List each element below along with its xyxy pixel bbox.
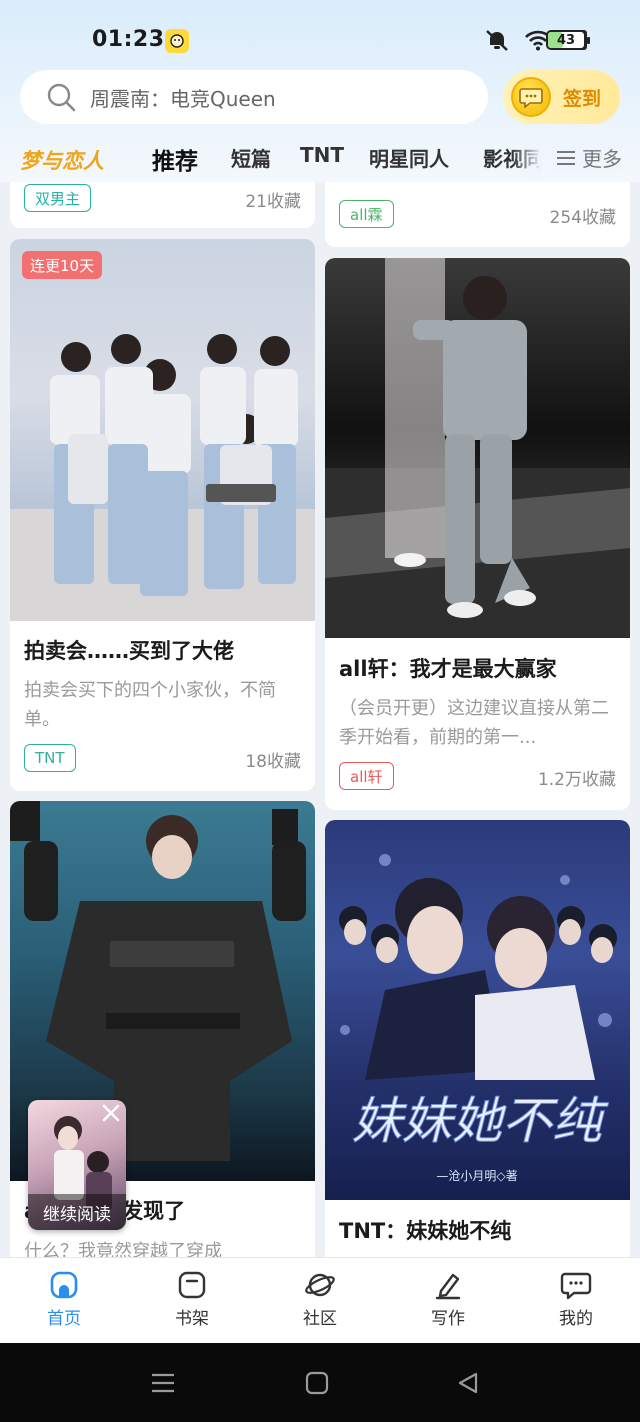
status-time: 01:23	[92, 27, 165, 52]
battery-level: 43	[556, 32, 576, 48]
more-label: 更多	[582, 147, 622, 171]
tab-dream-lover[interactable]: 梦与恋人	[20, 145, 104, 175]
tab-tnt[interactable]: TNT	[300, 143, 344, 167]
menu-icon	[557, 150, 575, 165]
book-tag[interactable]: all霖	[339, 200, 394, 228]
tab-celebrity-fanfic[interactable]: 明星同人	[369, 143, 449, 172]
nav-profile[interactable]: 我的	[536, 1270, 616, 1329]
book-card[interactable]: 妹妹她不纯 —沧小月明◇著 TNT：妹妹她不纯	[325, 820, 630, 1257]
book-tag[interactable]: 双男主	[24, 184, 92, 212]
search-icon	[47, 83, 76, 112]
update-streak-badge: 连更10天	[22, 251, 103, 279]
chat-coin-icon	[511, 77, 551, 117]
tab-fade	[512, 143, 542, 179]
battery-indicator: 43	[546, 30, 590, 50]
favorite-count: 254收藏	[549, 208, 616, 228]
nav-community-label: 社区	[303, 1309, 337, 1329]
book-card[interactable]: all霖 254收藏	[325, 182, 630, 247]
sign-in-button[interactable]: 签到	[503, 70, 620, 124]
pencil-icon	[435, 1273, 461, 1300]
bookshelf-icon	[178, 1271, 206, 1299]
book-description: （会员开更）这边建议直接从第二季开始看，前期的第一...	[339, 698, 609, 748]
book-description: 拍卖会买下的四个小家伙，不简单。	[24, 680, 276, 730]
mute-icon	[486, 30, 508, 51]
back-icon[interactable]	[456, 1371, 480, 1395]
chat-bubble-icon	[560, 1272, 592, 1300]
favorite-count: 21收藏	[245, 192, 301, 212]
favorite-count: 18收藏	[245, 752, 301, 772]
book-tag[interactable]: TNT	[24, 744, 76, 772]
nav-profile-label: 我的	[559, 1309, 593, 1329]
nav-home[interactable]: 首页	[24, 1270, 104, 1329]
continue-reading-label: 继续阅读	[28, 1194, 126, 1230]
sign-in-label: 签到	[563, 87, 602, 110]
nav-bookshelf[interactable]: 书架	[152, 1270, 232, 1329]
book-title[interactable]: 拍卖会……买到了大佬	[24, 635, 234, 665]
nav-community[interactable]: 社区	[280, 1270, 360, 1329]
nav-home-label: 首页	[47, 1309, 81, 1329]
more-tabs-button[interactable]: 更多	[552, 143, 622, 172]
close-icon[interactable]	[100, 1102, 122, 1124]
category-tabs: 梦与恋人 推荐 短篇 TNT 明星同人 影视同 更多	[0, 143, 640, 179]
book-card[interactable]: all轩：我才是最大赢家 （会员开更）这边建议直接从第二季开始看，前期的第一..…	[325, 258, 630, 810]
bottom-navigation: 首页 书架 社区 写作 我的	[0, 1257, 640, 1343]
book-cover: 妹妹她不纯 —沧小月明◇著	[325, 820, 630, 1200]
nav-bookshelf-label: 书架	[175, 1309, 209, 1329]
search-suggestion: 周震南：电竞Queen	[90, 86, 276, 111]
home-icon	[50, 1271, 78, 1299]
favorite-count: 1.2万收藏	[537, 770, 616, 790]
search-bar[interactable]: 周震南：电竞Queen	[20, 70, 488, 124]
cover-title: 妹妹她不纯	[352, 1092, 609, 1150]
top-header: 01:23 43 周震南：电竞Queen 签到 梦与恋人 推荐 短篇 TNT 明…	[0, 0, 640, 182]
nav-write-label: 写作	[431, 1309, 465, 1329]
book-tag[interactable]: all轩	[339, 762, 394, 790]
book-card[interactable]: 连更10天 拍卖会……买到了大佬 拍卖会买下的四个小家伙，不简单。 TNT 18…	[10, 239, 315, 791]
book-cover	[325, 258, 630, 638]
cover-author: —沧小月明◇著	[436, 1168, 517, 1183]
app-notification-icon	[165, 29, 189, 53]
book-card[interactable]: 双男主 21收藏	[10, 182, 315, 228]
tab-short[interactable]: 短篇	[231, 143, 271, 172]
recent-apps-icon[interactable]	[150, 1371, 176, 1395]
system-navigation-bar	[0, 1343, 640, 1422]
tab-recommend[interactable]: 推荐	[152, 142, 198, 176]
planet-icon	[305, 1273, 335, 1297]
book-cover	[10, 239, 315, 621]
book-feed[interactable]: 双男主 21收藏 all霖 254收藏 连更10天 拍卖会……买到了大佬 拍卖会…	[0, 182, 640, 1257]
continue-reading-widget[interactable]: 继续阅读	[28, 1100, 126, 1230]
book-description: 什么？我竟然穿越了穿成	[24, 1241, 222, 1257]
book-title[interactable]: TNT：妹妹她不纯	[339, 1215, 511, 1245]
nav-write[interactable]: 写作	[408, 1270, 488, 1329]
home-button-icon[interactable]	[305, 1371, 329, 1395]
book-title[interactable]: all轩：我才是最大赢家	[339, 653, 557, 683]
